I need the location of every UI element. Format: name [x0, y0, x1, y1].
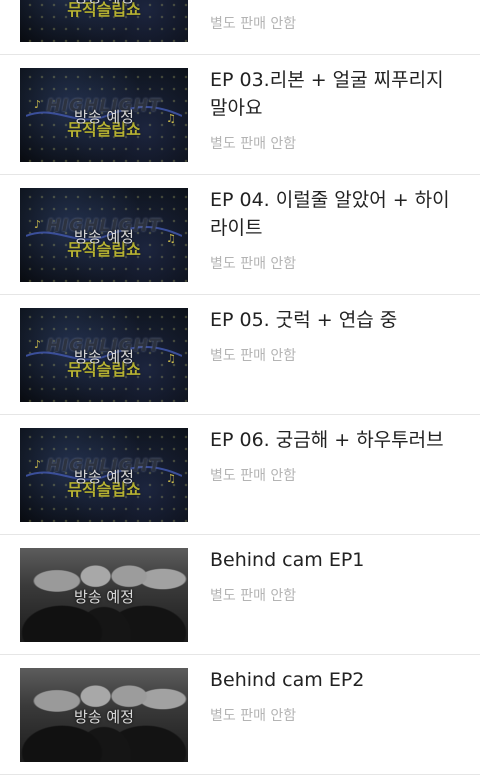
episode-title[interactable]: EP 03.리본 + 얼굴 찌푸리지 말아요 [210, 66, 466, 122]
episode-thumbnail[interactable]: ♪ ♫ HIGHLIGHT 뮤직슬립쇼 방송 예정 [20, 428, 188, 522]
episode-row-02[interactable]: HIGHLIGHT 뮤직슬립쇼 방송 예정 별도 판매 안함 [0, 0, 480, 55]
episode-thumbnail[interactable]: ♪ ♫ HIGHLIGHT 뮤직슬립쇼 방송 예정 [20, 308, 188, 402]
episode-row-03[interactable]: ♪ ♫ HIGHLIGHT 뮤직슬립쇼 방송 예정 EP 03.리본 + 얼굴 … [0, 55, 480, 175]
episode-title[interactable]: EP 05. 굿럭 + 연습 중 [210, 306, 466, 334]
episode-thumbnail[interactable]: ♪ ♫ HIGHLIGHT 뮤직슬립쇼 방송 예정 [20, 68, 188, 162]
episode-row-06[interactable]: ♪ ♫ HIGHLIGHT 뮤직슬립쇼 방송 예정 EP 06. 궁금해 + 하… [0, 415, 480, 535]
episode-thumbnail[interactable]: 방송 예정 [20, 668, 188, 762]
episode-sale-status: 별도 판매 안함 [210, 468, 297, 484]
coming-soon-label: 방송 예정 [74, 468, 134, 486]
episode-row-04[interactable]: ♪ ♫ HIGHLIGHT 뮤직슬립쇼 방송 예정 EP 04. 이럴줄 알았어… [0, 175, 480, 295]
episode-row-05[interactable]: ♪ ♫ HIGHLIGHT 뮤직슬립쇼 방송 예정 EP 05. 굿럭 + 연습… [0, 295, 480, 415]
episode-title[interactable]: EP 06. 궁금해 + 하우투러브 [210, 426, 466, 454]
coming-soon-label: 방송 예정 [74, 588, 134, 606]
episode-title[interactable]: Behind cam EP2 [210, 666, 466, 694]
episode-sale-status: 별도 판매 안함 [210, 256, 297, 272]
episode-sale-status: 별도 판매 안함 [210, 588, 297, 604]
episode-row-behind-2[interactable]: 방송 예정 Behind cam EP2 별도 판매 안함 [0, 655, 480, 775]
episode-thumbnail[interactable]: 방송 예정 [20, 548, 188, 642]
episode-list: HIGHLIGHT 뮤직슬립쇼 방송 예정 별도 판매 안함 ♪ ♫ HIGHL… [0, 0, 480, 775]
coming-soon-label: 방송 예정 [74, 708, 134, 726]
episode-thumbnail[interactable]: ♪ ♫ HIGHLIGHT 뮤직슬립쇼 방송 예정 [20, 188, 188, 282]
episode-sale-status: 별도 판매 안함 [210, 708, 297, 724]
episode-thumbnail[interactable]: HIGHLIGHT 뮤직슬립쇼 방송 예정 [20, 0, 188, 42]
coming-soon-label: 방송 예정 [74, 108, 134, 126]
episode-title[interactable]: Behind cam EP1 [210, 546, 466, 574]
episode-sale-status: 별도 판매 안함 [210, 348, 297, 364]
episode-sale-status: 별도 판매 안함 [210, 136, 297, 152]
episode-title[interactable]: EP 04. 이럴줄 알았어 + 하이라이트 [210, 186, 466, 242]
episode-row-behind-1[interactable]: 방송 예정 Behind cam EP1 별도 판매 안함 [0, 535, 480, 655]
coming-soon-label: 방송 예정 [20, 0, 188, 7]
coming-soon-label: 방송 예정 [74, 228, 134, 246]
coming-soon-label: 방송 예정 [74, 348, 134, 366]
episode-sale-status: 별도 판매 안함 [210, 16, 297, 32]
